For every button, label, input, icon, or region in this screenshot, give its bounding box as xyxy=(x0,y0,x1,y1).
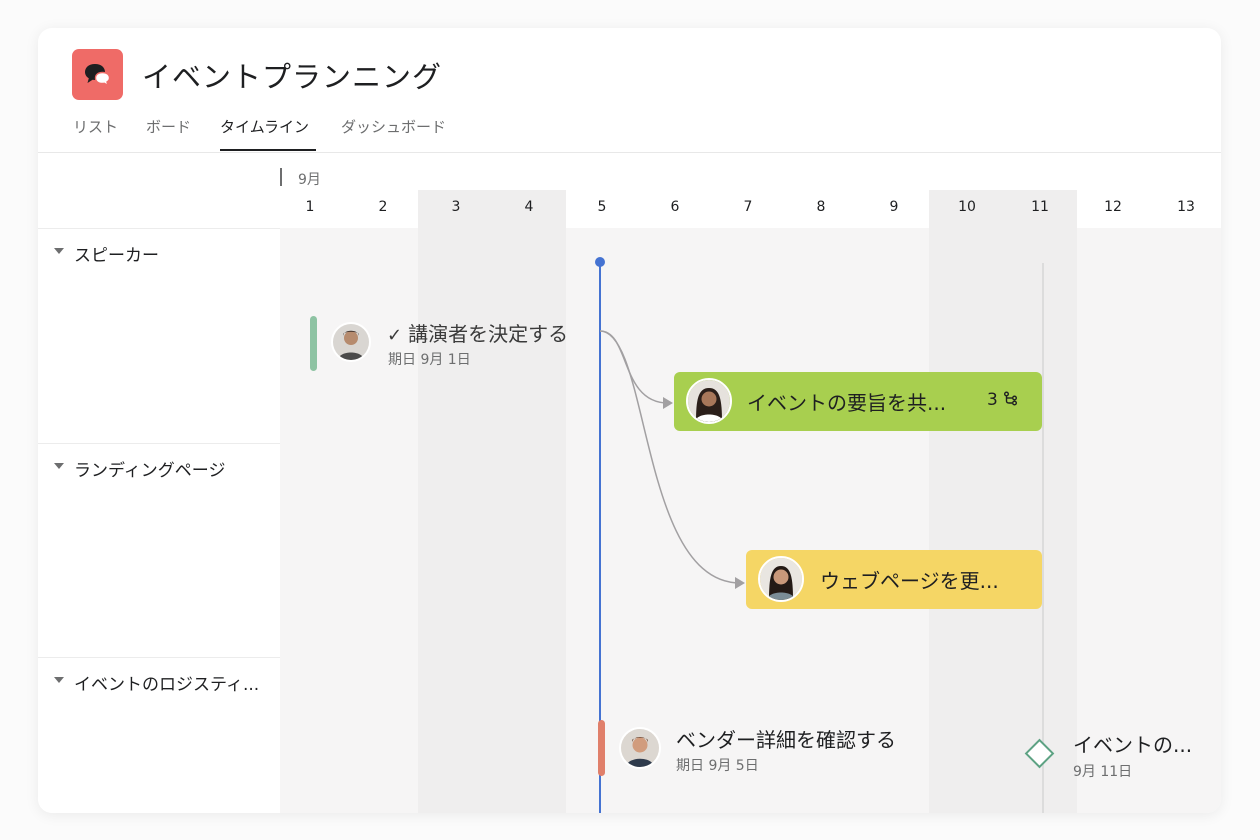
task-title: ウェブページを更... xyxy=(820,569,999,593)
milestone-title[interactable]: イベントの... xyxy=(1073,729,1192,758)
avatar[interactable] xyxy=(331,322,371,362)
task-title[interactable]: ベンダー詳細を確認する xyxy=(676,724,896,753)
section-speakers[interactable]: スピーカー xyxy=(38,228,280,443)
task-title: イベントの要旨を共... xyxy=(747,391,947,415)
task-title[interactable]: ✓ 講演者を決定する xyxy=(387,318,568,347)
caret-down-icon[interactable] xyxy=(54,248,64,254)
task-due-date: 期日 9月 1日 xyxy=(388,352,471,368)
timeline-grid: 9月 1 2 3 4 5 6 7 8 9 10 11 12 13 ✓ 講演者を決定… xyxy=(280,153,1221,813)
section-name: イベントのロジスティ... xyxy=(74,675,260,695)
completed-task-marker[interactable] xyxy=(310,316,317,371)
avatar[interactable] xyxy=(619,727,661,769)
task-due-date: 期日 9月 5日 xyxy=(676,758,759,774)
task-title-text: 講演者を決定する xyxy=(408,322,569,346)
section-event-logistics[interactable]: イベントのロジスティ... xyxy=(38,657,280,813)
project-title: イベントプランニング xyxy=(142,60,443,94)
subtask-count-value: 3 xyxy=(987,390,998,410)
subtask-icon xyxy=(1004,391,1018,406)
dependency-arrows xyxy=(599,330,745,589)
project-logo-icon[interactable] xyxy=(72,49,123,100)
section-name: ランディングページ xyxy=(74,461,226,481)
caret-down-icon[interactable] xyxy=(54,463,64,469)
checkmark-icon: ✓ xyxy=(387,325,403,346)
tab-list[interactable]: リスト xyxy=(73,116,118,137)
active-tab-indicator xyxy=(220,149,316,151)
project-header: イベントプランニング リスト ボード タイムライン ダッシュボード xyxy=(38,28,1221,153)
tab-dashboard[interactable]: ダッシュボード xyxy=(341,116,446,137)
tab-timeline[interactable]: タイムライン xyxy=(220,116,309,137)
section-landing-page[interactable]: ランディングページ xyxy=(38,443,280,658)
avatar[interactable] xyxy=(686,378,732,424)
task-marker[interactable] xyxy=(598,720,605,776)
project-card: イベントプランニング リスト ボード タイムライン ダッシュボード スピーカー … xyxy=(38,28,1221,813)
subtask-count[interactable]: 3 xyxy=(987,390,1019,410)
section-column: スピーカー ランディングページ イベントのロジスティ... xyxy=(38,228,280,813)
caret-down-icon[interactable] xyxy=(54,677,64,683)
avatar[interactable] xyxy=(758,556,804,602)
section-name: スピーカー xyxy=(74,246,159,266)
milestone-date: 9月 11日 xyxy=(1073,764,1133,780)
tab-board[interactable]: ボード xyxy=(146,116,191,137)
